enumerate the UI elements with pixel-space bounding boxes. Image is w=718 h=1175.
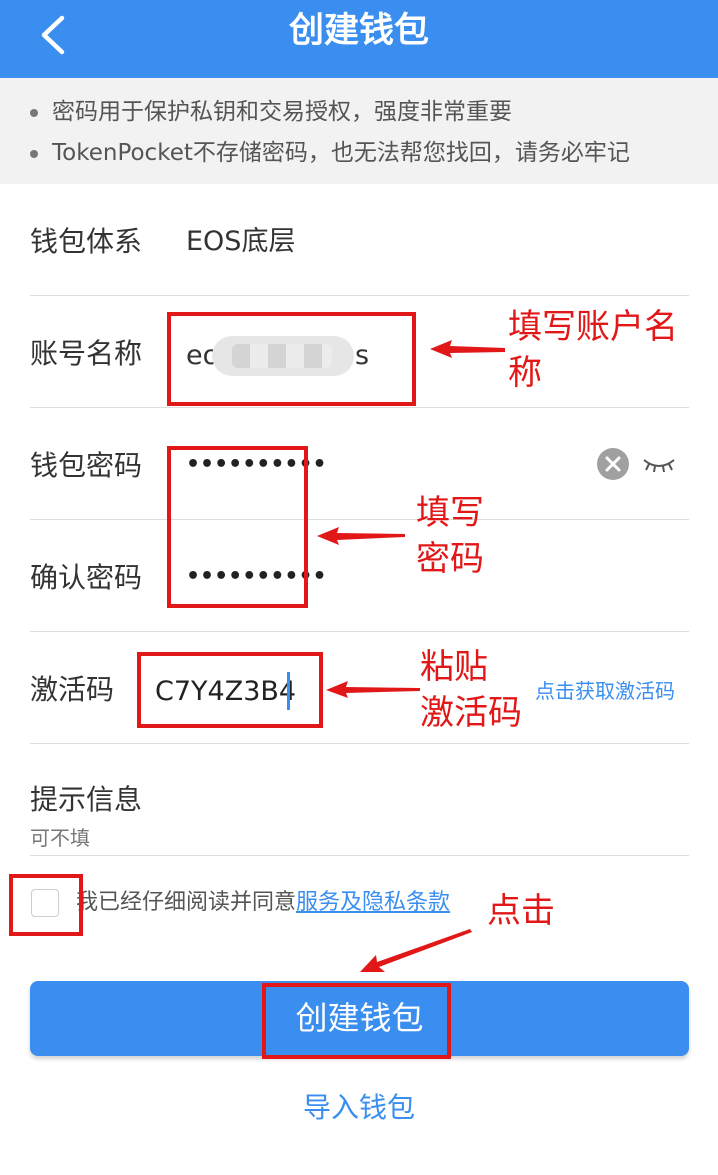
activation-code-label: 激活码 — [30, 673, 115, 706]
confirm-password-row[interactable]: 确认密码 — [30, 520, 689, 632]
password-row[interactable]: 钱包密码 — [30, 408, 689, 520]
account-name-input-end[interactable]: s — [355, 336, 369, 376]
agreement-label: 我已经仔细阅读并同意 — [76, 890, 297, 915]
annotation-password-line1: 填写 — [416, 493, 484, 533]
page-title: 创建钱包 — [288, 11, 429, 51]
confirm-password-label: 确认密码 — [30, 561, 143, 594]
activation-code-input[interactable]: C7Y4Z3B4 — [155, 672, 296, 712]
import-wallet-link[interactable]: 导入钱包 — [0, 1088, 718, 1128]
password-tips: 密码用于保护私钥和交易授权，强度非常重要 TokenPocket不存储密码，也无… — [0, 78, 718, 184]
terms-link[interactable]: 服务及隐私条款 — [296, 890, 450, 915]
tip-item: 密码用于保护私钥和交易授权，强度非常重要 — [0, 94, 718, 130]
annotation-code-line1: 粘贴 — [420, 647, 488, 687]
annotation-code-line2: 激活码 — [420, 693, 522, 733]
wallet-system-value: EOS底层 — [186, 226, 296, 257]
bullet-icon — [30, 150, 38, 158]
app-header: 创建钱包 — [0, 0, 718, 78]
password-input[interactable]: •••••••••• — [186, 445, 327, 485]
create-wallet-button[interactable]: 创建钱包 — [30, 981, 689, 1056]
text-cursor — [287, 672, 290, 710]
wallet-system-label: 钱包体系 — [30, 225, 143, 258]
annotation-password-line2: 密码 — [416, 539, 484, 579]
confirm-password-input[interactable]: •••••••••• — [186, 557, 327, 597]
get-activation-code-link[interactable]: 点击获取激活码 — [535, 677, 675, 705]
arrow-create — [360, 929, 472, 972]
hint-row — [30, 744, 689, 856]
clear-password-button[interactable] — [597, 448, 629, 480]
bullet-icon — [30, 109, 38, 117]
toggle-password-visibility[interactable] — [641, 450, 677, 478]
account-name-label: 账号名称 — [30, 337, 143, 370]
eye-closed-icon — [643, 459, 675, 473]
tip-item: TokenPocket不存储密码，也无法帮您找回，请务必牢记 — [0, 135, 718, 171]
password-label: 钱包密码 — [30, 449, 143, 482]
tip-text: TokenPocket不存储密码，也无法帮您找回，请务必牢记 — [52, 140, 630, 166]
wallet-system-row: 钱包体系 EOS底层 — [30, 184, 689, 296]
blurred-account-text — [212, 336, 354, 376]
annotation-click: 点击 — [487, 891, 555, 931]
annotation-account-line2: 称 — [508, 353, 542, 393]
agreement-text: 我已经仔细阅读并同意服务及隐私条款 — [76, 886, 450, 920]
close-icon — [605, 456, 621, 472]
agree-checkbox[interactable] — [31, 889, 59, 917]
tip-text: 密码用于保护私钥和交易授权，强度非常重要 — [52, 99, 512, 125]
annotation-account: 填写账户名 — [508, 307, 678, 347]
